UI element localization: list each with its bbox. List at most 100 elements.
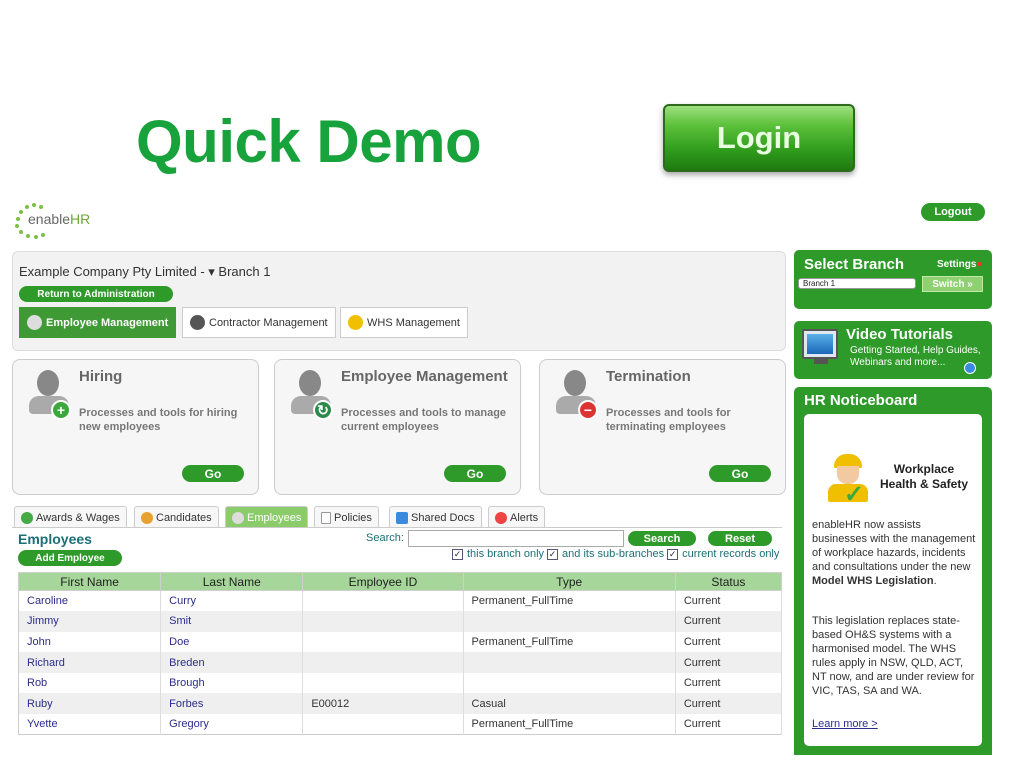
table-cell-status: Current (675, 631, 783, 653)
employee-management-person-icon: ↻ (291, 370, 333, 422)
return-to-administration-button[interactable]: Return to Administration (19, 286, 173, 302)
employee-management-go-button[interactable]: Go (444, 465, 506, 482)
table-cell-first-name[interactable]: John (18, 631, 162, 653)
logo-text: enableHR (28, 211, 91, 227)
table-cell-first-name[interactable]: Caroline (18, 590, 162, 612)
table-cell-status: Current (675, 714, 783, 735)
table-cell-employee-id (302, 590, 464, 612)
search-label: Search: (366, 532, 404, 544)
table-row[interactable]: Rob Brough Current (18, 672, 783, 694)
enablehr-logo: enableHR (12, 199, 112, 239)
table-cell-employee-id (302, 672, 464, 694)
table-cell-last-name[interactable]: Doe (160, 631, 304, 653)
table-cell-type: Permanent_FullTime (463, 631, 676, 653)
document-icon (321, 511, 331, 524)
hiring-description: Processes and tools for hiring new emplo… (79, 407, 238, 433)
hiring-title: Hiring (79, 368, 123, 385)
termination-description: Processes and tools for terminating empl… (606, 407, 731, 433)
hiring-person-icon: + (29, 370, 71, 422)
video-tutorials-panel[interactable]: Video Tutorials Getting Started, Help Gu… (794, 321, 992, 379)
table-row[interactable]: Richard Breden Current (18, 652, 783, 673)
employee-icon (27, 315, 42, 330)
table-cell-employee-id (302, 631, 464, 653)
dollar-icon (21, 511, 33, 524)
module-tab-employee-management[interactable]: Employee Management (19, 307, 177, 338)
company-panel: Example Company Pty Limited - ▾ Branch 1… (12, 251, 786, 351)
branch-dropdown[interactable]: ▾ Branch 1 (208, 264, 270, 279)
table-cell-last-name[interactable]: Smit (160, 611, 304, 632)
table-cell-status: Current (675, 693, 783, 715)
table-row[interactable]: Ruby Forbes E00012 Casual Current (18, 693, 783, 715)
table-cell-first-name[interactable]: Yvette (18, 714, 162, 735)
logout-button[interactable]: Logout (921, 203, 985, 221)
employee-management-description: Processes and tools to manage current em… (341, 407, 507, 433)
company-selector[interactable]: Example Company Pty Limited - ▾ Branch 1 (19, 264, 270, 280)
module-tab-whs-management[interactable]: WHS Management (340, 307, 468, 338)
tab-awards-wages[interactable]: Awards & Wages (14, 506, 127, 528)
login-button[interactable]: Login (663, 104, 855, 172)
tab-alerts[interactable]: Alerts (488, 506, 546, 528)
table-cell-type: Permanent_FullTime (463, 590, 676, 612)
employees-table: First Name Last Name Employee ID Type St… (17, 572, 783, 736)
table-cell-status: Current (675, 652, 783, 673)
reset-button[interactable]: Reset (708, 531, 772, 546)
page-heading: Quick Demo (136, 108, 482, 175)
table-cell-last-name[interactable]: Brough (160, 672, 304, 694)
section-tabs: Awards & Wages Candidates Employees Poli… (12, 506, 782, 528)
table-cell-employee-id (302, 652, 464, 673)
column-first-name[interactable]: First Name (17, 572, 162, 591)
sub-branches-checkbox[interactable]: ✓ (547, 548, 559, 560)
whs-title: Workplace Health & Safety (879, 462, 969, 491)
branch-select[interactable]: Branch 1 (798, 278, 916, 289)
tab-shared-docs[interactable]: Shared Docs (389, 506, 482, 528)
tab-policies[interactable]: Policies (314, 506, 379, 528)
table-row[interactable]: John Doe Permanent_FullTime Current (18, 631, 783, 653)
current-records-checkbox[interactable]: ✓ (667, 548, 679, 560)
employees-title: Employees (18, 531, 92, 547)
table-cell-last-name[interactable]: Curry (160, 590, 304, 612)
shared-docs-icon (396, 511, 408, 524)
termination-go-button[interactable]: Go (709, 465, 771, 482)
employee-management-title: Employee Management (341, 368, 508, 385)
table-cell-first-name[interactable]: Richard (18, 652, 162, 673)
settings-link[interactable]: Settings (937, 259, 983, 270)
select-branch-panel: Select Branch Settings Branch 1 Switch » (794, 250, 992, 309)
table-cell-last-name[interactable]: Forbes (160, 693, 304, 715)
add-employee-button[interactable]: Add Employee (18, 550, 122, 566)
table-cell-last-name[interactable]: Gregory (160, 714, 304, 735)
notice-paragraph-2: This legislation replaces state-based OH… (812, 615, 975, 697)
play-icon[interactable] (964, 362, 976, 374)
hr-noticeboard-title: HR Noticeboard (804, 392, 918, 409)
table-row[interactable]: Caroline Curry Permanent_FullTime Current (18, 590, 783, 612)
hiring-card: + Hiring Processes and tools for hiring … (12, 359, 259, 495)
learn-more-link[interactable]: Learn more > (812, 718, 878, 730)
column-type[interactable]: Type (462, 572, 676, 591)
tab-employees[interactable]: Employees (225, 506, 309, 528)
settings-indicator-icon (978, 262, 983, 267)
column-status[interactable]: Status (674, 572, 783, 591)
tab-candidates[interactable]: Candidates (134, 506, 219, 528)
table-row[interactable]: Yvette Gregory Permanent_FullTime Current (18, 714, 783, 735)
employee-management-card: ↻ Employee Management Processes and tool… (274, 359, 521, 495)
table-row[interactable]: Jimmy Smit Current (18, 611, 783, 632)
table-cell-first-name[interactable]: Ruby (18, 693, 162, 715)
table-cell-employee-id: E00012 (302, 693, 464, 715)
table-cell-last-name[interactable]: Breden (160, 652, 304, 673)
column-last-name[interactable]: Last Name (160, 572, 304, 591)
search-button[interactable]: Search (628, 531, 696, 546)
table-cell-first-name[interactable]: Rob (18, 672, 162, 694)
table-cell-employee-id (302, 611, 464, 632)
tab-divider (12, 527, 782, 528)
search-input[interactable] (408, 530, 624, 547)
column-employee-id[interactable]: Employee ID (302, 572, 464, 591)
select-branch-title: Select Branch (804, 256, 905, 273)
hiring-go-button[interactable]: Go (182, 465, 244, 482)
switch-button[interactable]: Switch » (922, 276, 983, 292)
this-branch-checkbox[interactable]: ✓ (452, 548, 463, 560)
table-cell-first-name[interactable]: Jimmy (18, 611, 162, 632)
table-cell-type: Casual (463, 693, 676, 715)
table-cell-type (463, 652, 676, 673)
module-tab-contractor-management[interactable]: Contractor Management (182, 307, 336, 338)
candidate-icon (141, 511, 153, 524)
hr-noticeboard-panel: HR Noticeboard ✓ Workplace Health & Safe… (794, 387, 992, 755)
